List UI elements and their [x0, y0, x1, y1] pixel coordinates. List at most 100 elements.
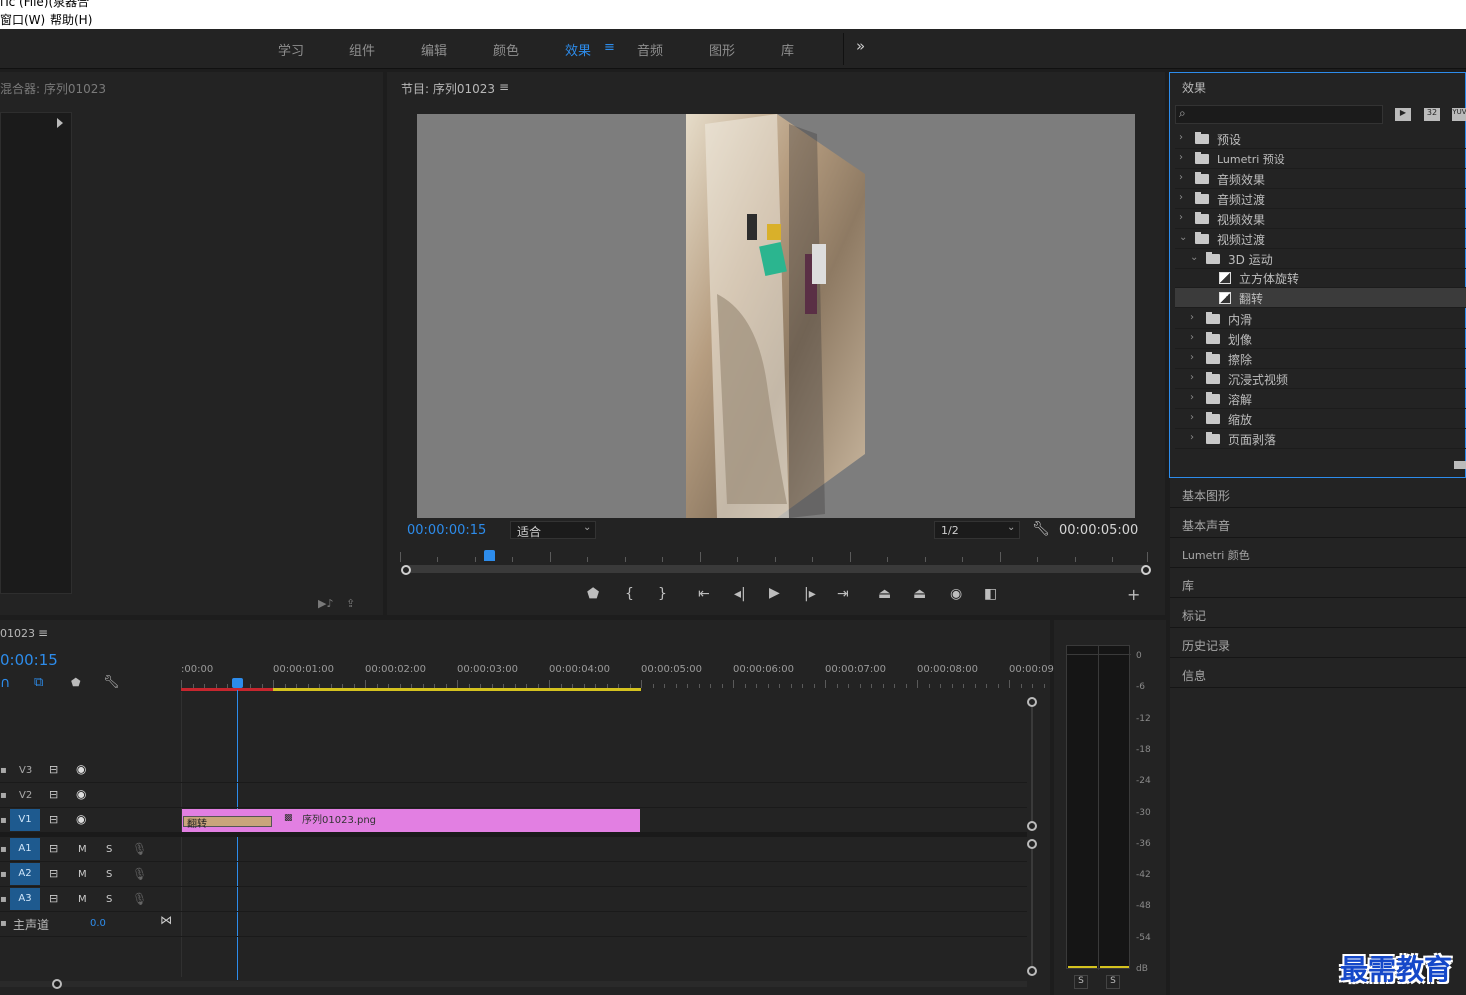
panel-history[interactable]: 历史记录 — [1170, 628, 1466, 658]
eye-icon[interactable]: ◉ — [76, 762, 86, 776]
menu-window[interactable]: 窗口(W) — [0, 11, 45, 28]
monitor-playhead[interactable] — [484, 550, 495, 561]
chevron-right-icon[interactable]: › — [1190, 412, 1194, 423]
panel-menu-icon[interactable]: ≡ — [499, 80, 509, 94]
panel-libraries[interactable]: 库 — [1170, 568, 1466, 598]
effects-tree-item[interactable]: › Lumetri 预设 — [1175, 149, 1466, 169]
audio-scroll-handle-top[interactable] — [1027, 839, 1037, 849]
tab-graphics[interactable]: 图形 — [709, 40, 735, 59]
effects-tree-item[interactable]: › 划像 — [1175, 329, 1466, 349]
zoom-handle-left[interactable] — [401, 565, 411, 575]
extract-icon[interactable]: ⏏ — [913, 586, 926, 602]
horizontal-scrollbar[interactable] — [0, 981, 1027, 987]
microphone-icon[interactable]: 🎙︎ — [132, 892, 147, 906]
chevron-right-icon[interactable]: › — [1190, 332, 1194, 343]
accelerated-effects-icon[interactable]: ▶ — [1395, 108, 1411, 121]
panel-info[interactable]: 信息 — [1170, 658, 1466, 688]
solo-left-button[interactable]: S — [1074, 975, 1088, 989]
tab-editing[interactable]: 编辑 — [421, 40, 447, 59]
go-to-in-icon[interactable]: ⇤ — [698, 586, 710, 602]
lock-icon[interactable]: ▪ — [0, 918, 7, 929]
chevron-right-icon[interactable]: › — [1179, 152, 1183, 163]
lock-icon[interactable]: ▪ — [0, 765, 7, 776]
effects-tree-item[interactable]: › 沉浸式视频 — [1175, 369, 1466, 389]
program-video-frame[interactable] — [417, 114, 1135, 518]
microphone-icon[interactable]: 🎙︎ — [132, 867, 147, 881]
linked-selection-icon[interactable]: ⧉ — [34, 675, 43, 690]
go-to-out-icon[interactable]: ⇥ — [837, 586, 849, 602]
mute-button[interactable]: M — [78, 844, 87, 855]
yuv-effects-icon[interactable]: YUV — [1452, 108, 1466, 121]
chevron-down-icon[interactable]: ⌄ — [1179, 232, 1187, 243]
panel-lumetri-color[interactable]: Lumetri 颜色 — [1170, 538, 1466, 568]
video-scroll-handle-top[interactable] — [1027, 697, 1037, 707]
mute-button[interactable]: M — [78, 869, 87, 880]
microphone-icon[interactable]: 🎙︎ — [132, 842, 147, 856]
video-clip[interactable]: 翻转 ▩ 序列01023.png — [182, 809, 640, 832]
sync-lock-icon[interactable]: ⊟ — [49, 763, 58, 776]
tab-libraries[interactable]: 库 — [781, 40, 794, 59]
tab-learning[interactable]: 学习 — [278, 40, 304, 59]
effects-tree-item[interactable]: 翻转 — [1175, 288, 1466, 308]
chevron-right-icon[interactable]: › — [1179, 132, 1183, 143]
snap-icon[interactable]: ∩ — [0, 675, 10, 691]
lock-icon[interactable]: ▪ — [0, 815, 7, 826]
comparison-view-icon[interactable]: ◧ — [984, 586, 997, 602]
more-workspaces-icon[interactable]: » — [856, 37, 865, 55]
lock-icon[interactable]: ▪ — [0, 869, 7, 880]
monitor-time-ruler[interactable] — [400, 550, 1148, 564]
tab-color[interactable]: 颜色 — [493, 40, 519, 59]
audio-scrollbar[interactable] — [1031, 849, 1033, 966]
timeline-ruler[interactable]: :00:00 00:00:01:00 00:00:02:00 00:00:03:00 0… — [181, 658, 1091, 691]
track-target-a2[interactable]: A2 — [10, 863, 40, 885]
chevron-right-icon[interactable]: › — [1190, 352, 1194, 363]
lock-icon[interactable]: ▪ — [0, 790, 7, 801]
zoom-scrollbar[interactable] — [403, 565, 1147, 573]
effects-tree-item[interactable]: › 溶解 — [1175, 389, 1466, 409]
timeline-playhead-head[interactable] — [232, 678, 243, 688]
timeline-timecode[interactable]: 0:00:15 — [0, 651, 58, 669]
timeline-settings-wrench-icon[interactable]: 🔧︎ — [103, 675, 120, 690]
track-target-a1[interactable]: A1 — [10, 838, 40, 860]
chevron-down-icon[interactable]: ⌄ — [1190, 252, 1198, 263]
add-marker-icon[interactable]: ⬟ — [587, 586, 599, 602]
video-scrollbar[interactable] — [1031, 707, 1033, 821]
chevron-right-icon[interactable]: › — [1190, 432, 1194, 443]
new-bin-icon[interactable] — [1454, 461, 1466, 469]
sync-lock-icon[interactable]: ⊟ — [49, 892, 58, 905]
wrench-icon[interactable]: 🔧︎ — [1032, 521, 1050, 537]
mark-out-icon[interactable]: } — [658, 586, 667, 602]
panel-markers[interactable]: 标记 — [1170, 598, 1466, 628]
solo-button[interactable]: S — [106, 869, 112, 880]
tab-effects-menu-icon[interactable]: ≡ — [604, 40, 615, 55]
video-scroll-handle-bottom[interactable] — [1027, 821, 1037, 831]
panel-essential-graphics[interactable]: 基本图形 — [1170, 478, 1466, 508]
solo-button[interactable]: S — [106, 894, 112, 905]
horizontal-scroll-handle[interactable] — [52, 979, 62, 989]
track-target-v1[interactable]: V1 — [10, 809, 40, 831]
effects-tree-item[interactable]: › 音频过渡 — [1175, 189, 1466, 209]
button-editor-plus-icon[interactable]: + — [1127, 585, 1140, 604]
eye-icon[interactable]: ◉ — [76, 812, 86, 826]
lock-icon[interactable]: ▪ — [0, 844, 7, 855]
transition-flip[interactable]: 翻转 — [183, 816, 272, 830]
solo-right-button[interactable]: S — [1106, 975, 1120, 989]
effects-tree-item[interactable]: › 音频效果 — [1175, 169, 1466, 189]
chevron-right-icon[interactable]: › — [1179, 192, 1183, 203]
solo-button[interactable]: S — [106, 844, 112, 855]
resolution-dropdown[interactable]: 1/2 ⌄ — [934, 521, 1020, 539]
chevron-right-icon[interactable]: › — [1179, 212, 1183, 223]
chevron-right-icon[interactable]: › — [1190, 372, 1194, 383]
effects-tree-item[interactable]: ⌄ 视频过渡 — [1175, 229, 1466, 249]
effects-tree-item[interactable]: › 缩放 — [1175, 409, 1466, 429]
effects-tree-item[interactable]: 立方体旋转 — [1175, 268, 1466, 288]
panel-essential-sound[interactable]: 基本声音 — [1170, 508, 1466, 538]
effects-tree-item[interactable]: › 视频效果 — [1175, 209, 1466, 229]
mute-button[interactable]: M — [78, 894, 87, 905]
sync-lock-icon[interactable]: ⊟ — [49, 842, 58, 855]
effects-tree-item[interactable]: › 页面剥落 — [1175, 429, 1466, 449]
master-volume[interactable]: 0.0 — [90, 918, 106, 929]
effects-tree-item[interactable]: › 擦除 — [1175, 349, 1466, 369]
step-back-icon[interactable]: ◂| — [734, 586, 746, 602]
playhead-timecode[interactable]: 00:00:00:15 — [407, 523, 486, 538]
